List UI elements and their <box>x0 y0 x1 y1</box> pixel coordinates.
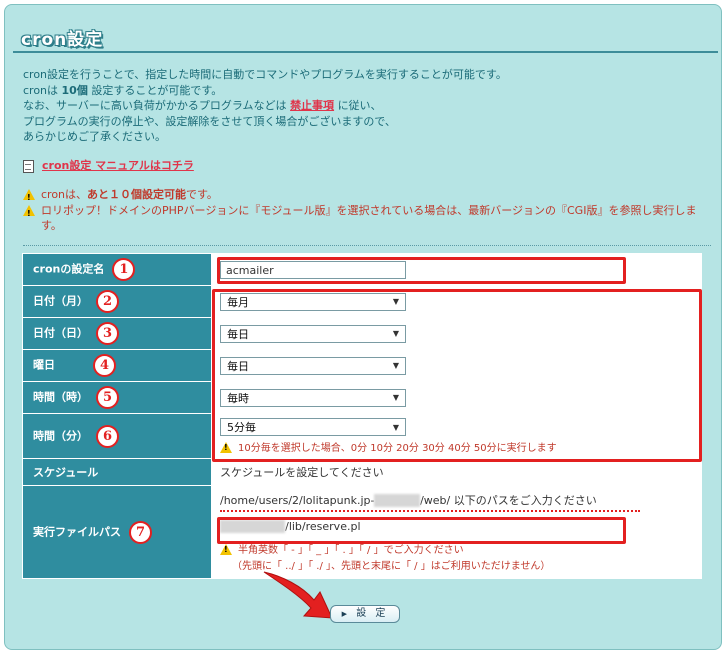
step-badge: 3 <box>96 322 119 345</box>
title-bar: cron設定 <box>13 15 718 53</box>
label-weekday: 曜日 4 <box>22 349 212 382</box>
intro-line-4: プログラムの実行の停止や、設定解除をさせて頂く場合がございますので、 <box>23 114 396 128</box>
row-schedule: スケジュール スケジュールを設定してください <box>22 458 702 486</box>
step-badge: 2 <box>96 290 119 313</box>
highlight-selects <box>212 289 702 462</box>
intro-line-1: cron設定を行うことで、指定した時間に自動でコマンドやプログラムを実行すること… <box>23 68 507 81</box>
page-title: cron設定 <box>21 30 104 50</box>
label-schedule: スケジュール <box>22 458 212 486</box>
warning-icon <box>220 544 232 555</box>
submit-button[interactable]: ▶ 設 定 <box>330 605 400 623</box>
label-cron-name: cronの設定名 1 <box>22 253 212 286</box>
intro-line-5: あらかじめご了承ください。 <box>23 130 166 143</box>
warnings: cronは、あと１０個設定可能です。 ロリポップ！ドメインのPHPバージョンに『… <box>23 187 713 234</box>
label-minute: 時間（分） 6 <box>22 413 212 459</box>
warning-icon <box>23 204 35 221</box>
step-badge: 7 <box>129 520 152 544</box>
intro-line-2: cronは 10個 設定することが可能です。 <box>23 83 223 97</box>
divider <box>23 245 711 246</box>
label-path: 実行ファイルパス 7 <box>22 485 212 579</box>
intro-line-3: なお、サーバーに高い負荷がかかるプログラムなどは 禁止事項 に従い、 <box>23 99 382 112</box>
label-month: 日付（月） 2 <box>22 285 212 318</box>
step-badge: 5 <box>96 386 119 409</box>
highlight-name <box>217 257 626 284</box>
warning-icon <box>23 189 35 206</box>
step-badge: 1 <box>112 258 136 281</box>
path-hint: /home/users/2/lolitapunk.jp-xxxxxxx/web/… <box>220 492 640 512</box>
highlight-path <box>217 517 626 544</box>
play-icon: ▶ <box>341 610 350 618</box>
prohibited-link[interactable]: 禁止事項 <box>290 99 334 112</box>
intro-text: cron設定を行うことで、指定した時間に自動でコマンドやプログラムを実行すること… <box>23 67 507 145</box>
warning-remaining: cronは、あと１０個設定可能です。 <box>41 188 218 201</box>
step-badge: 6 <box>96 424 119 448</box>
label-day: 日付（日） 3 <box>22 317 212 350</box>
manual-link-row: cron設定 マニュアルはコチラ <box>23 157 194 173</box>
label-hour: 時間（時） 5 <box>22 381 212 414</box>
step-badge: 4 <box>93 354 116 377</box>
manual-link[interactable]: cron設定 マニュアルはコチラ <box>42 159 194 172</box>
document-icon <box>23 159 34 173</box>
schedule-value: スケジュールを設定してください <box>211 458 702 486</box>
warning-php: ロリポップ！ドメインのPHPバージョンに『モジュール版』を選択されている場合は、… <box>41 203 697 233</box>
